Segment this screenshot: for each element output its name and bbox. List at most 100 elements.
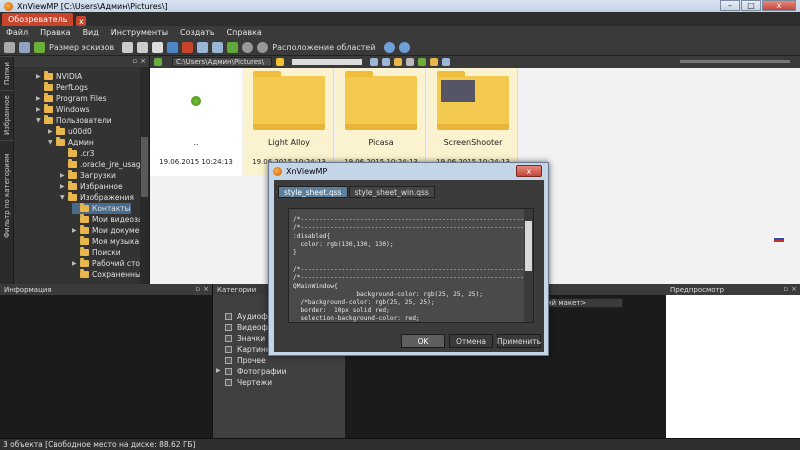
tree-item[interactable]: ▶ u00d0: [48, 126, 92, 137]
expand-arrow-icon[interactable]: ▶: [60, 172, 68, 179]
category-checkbox[interactable]: [225, 367, 232, 375]
menu-create[interactable]: Создать: [174, 28, 221, 37]
sort-icon[interactable]: [122, 41, 134, 53]
help-icon[interactable]: [398, 41, 410, 53]
settings-gear-icon[interactable]: [383, 41, 395, 53]
tree-item[interactable]: ▼ Админ: [48, 137, 94, 148]
tree-item[interactable]: ▶ Program Files: [36, 93, 107, 104]
filter-input[interactable]: [292, 59, 362, 65]
menu-view[interactable]: Вид: [77, 28, 105, 37]
folder-up-small-icon[interactable]: [154, 58, 162, 66]
tree-item[interactable]: .oracle_jre_usage: [60, 159, 145, 170]
expand-arrow-icon[interactable]: ▶: [36, 73, 44, 80]
tab-browser[interactable]: Обозреватель: [2, 13, 74, 26]
stylesheet-editor[interactable]: /*--------------------------------------…: [288, 208, 534, 323]
thumb-size-button[interactable]: Размер эскизов: [49, 43, 114, 52]
category-checkbox[interactable]: [225, 378, 232, 386]
thumbnail-item[interactable]: Picasa 19.06.2015 10:24:13: [336, 68, 426, 176]
path-input[interactable]: C:\Users\Админ\Pictures\: [172, 57, 272, 67]
dialog-close-button[interactable]: x: [516, 165, 542, 177]
category-item[interactable]: Прочее: [225, 355, 266, 365]
tab-style-sheet-qss[interactable]: style_sheet.qss: [278, 186, 348, 198]
arrow-right-icon[interactable]: [212, 41, 224, 53]
delete-icon[interactable]: [182, 41, 194, 53]
nav-forward-icon[interactable]: [382, 58, 390, 66]
tab-close-icon[interactable]: x: [76, 16, 87, 26]
scrollbar-thumb[interactable]: [525, 221, 532, 271]
thumbnail-item[interactable]: Light Alloy 19.06.2015 10:24:13: [244, 68, 334, 176]
menu-file[interactable]: Файл: [0, 28, 34, 37]
convert-icon[interactable]: [167, 41, 179, 53]
arrow-left-icon[interactable]: [197, 41, 209, 53]
folder-tree-scrollbar[interactable]: [140, 67, 149, 284]
tab-style-sheet-win-qss[interactable]: style_sheet_win.qss: [348, 186, 435, 198]
tree-item[interactable]: ▼ Пользователи: [36, 115, 112, 126]
tree-item[interactable]: Мои видеозапис: [72, 214, 149, 225]
filter-funnel-icon[interactable]: [430, 58, 438, 66]
expand-arrow-icon[interactable]: ▶: [72, 260, 80, 267]
layout-dropdown[interactable]: ий макет>: [543, 298, 623, 308]
maximize-button[interactable]: □: [741, 0, 761, 11]
collapse-arrow-icon[interactable]: ▼: [60, 194, 68, 201]
category-checkbox[interactable]: [225, 323, 232, 331]
ok-button[interactable]: OK: [401, 334, 445, 348]
tree-item[interactable]: ▶ Мои документы: [72, 225, 149, 236]
menu-help[interactable]: Справка: [221, 28, 268, 37]
view-grid-icon[interactable]: [442, 58, 450, 66]
category-item[interactable]: Фотографии: [225, 366, 286, 376]
expand-arrow-icon[interactable]: ▶: [60, 183, 68, 190]
tree-item-selected[interactable]: Контакты: [72, 203, 131, 214]
favorite-star-icon[interactable]: [276, 58, 284, 66]
expand-arrow-icon[interactable]: ▶: [72, 227, 80, 234]
folder-up-icon[interactable]: [227, 41, 239, 53]
side-tab-folders[interactable]: Папки: [0, 56, 14, 90]
panel-float-icon[interactable]: ▫: [195, 285, 200, 293]
menu-tools[interactable]: Инструменты: [105, 28, 174, 37]
cancel-button[interactable]: Отмена: [449, 334, 493, 348]
apply-button[interactable]: Применить: [497, 334, 541, 348]
zoom-slider[interactable]: [680, 60, 790, 63]
expand-arrow-icon[interactable]: ▶: [36, 106, 44, 113]
layout-button[interactable]: Расположение областей: [272, 43, 375, 52]
browser-icon[interactable]: [4, 41, 15, 53]
tree-item[interactable]: ▶ Загрузки: [60, 170, 116, 181]
category-checkbox[interactable]: [225, 334, 232, 342]
close-window-button[interactable]: x: [762, 0, 796, 11]
nav-back-icon[interactable]: [370, 58, 378, 66]
scrollbar-thumb[interactable]: [141, 137, 148, 197]
filter-icon[interactable]: [34, 41, 45, 53]
category-item[interactable]: Аудиофа: [225, 311, 272, 321]
tree-item[interactable]: Сохраненные иг: [72, 269, 149, 280]
minimize-button[interactable]: –: [720, 0, 740, 11]
select-icon[interactable]: [137, 41, 149, 53]
tree-item[interactable]: ▶ Рабочий стол: [72, 258, 145, 269]
tree-item[interactable]: Поиски: [72, 247, 121, 258]
side-tab-category-filter[interactable]: Фильтр по категориям: [0, 140, 14, 250]
collapse-arrow-icon[interactable]: ▼: [48, 139, 56, 146]
refresh-icon[interactable]: [242, 41, 254, 53]
tree-item[interactable]: PerfLogs: [36, 82, 88, 93]
view-mode-icon[interactable]: [19, 41, 30, 53]
menu-edit[interactable]: Правка: [34, 28, 76, 37]
new-folder-icon[interactable]: [394, 58, 402, 66]
expand-arrow-icon[interactable]: ▶: [216, 367, 221, 374]
collapse-arrow-icon[interactable]: ▼: [36, 117, 44, 124]
tree-item[interactable]: ▶ Windows: [36, 104, 89, 115]
panel-float-icon[interactable]: ▫: [783, 285, 788, 293]
print-icon[interactable]: [152, 41, 164, 53]
expand-arrow-icon[interactable]: ▶: [48, 128, 56, 135]
category-item[interactable]: Видеофа: [225, 322, 272, 332]
editor-scrollbar[interactable]: [524, 209, 533, 322]
tree-item[interactable]: Моя музыка: [72, 236, 139, 247]
sort-small-icon[interactable]: [418, 58, 426, 66]
tree-item[interactable]: ▼ Изображения: [60, 192, 134, 203]
tree-item[interactable]: .cr3: [60, 148, 94, 159]
category-checkbox[interactable]: [225, 356, 232, 364]
thumbnail-item[interactable]: ScreenShooter 19.06.2015 10:24:13: [428, 68, 518, 176]
delete-small-icon[interactable]: [406, 58, 414, 66]
category-item[interactable]: Картинк: [225, 344, 270, 354]
expand-arrow-icon[interactable]: ▶: [36, 95, 44, 102]
panel-close-icon[interactable]: ×: [203, 285, 209, 293]
tree-item[interactable]: ▶ NVIDIA: [36, 71, 82, 82]
category-checkbox[interactable]: [225, 345, 232, 353]
